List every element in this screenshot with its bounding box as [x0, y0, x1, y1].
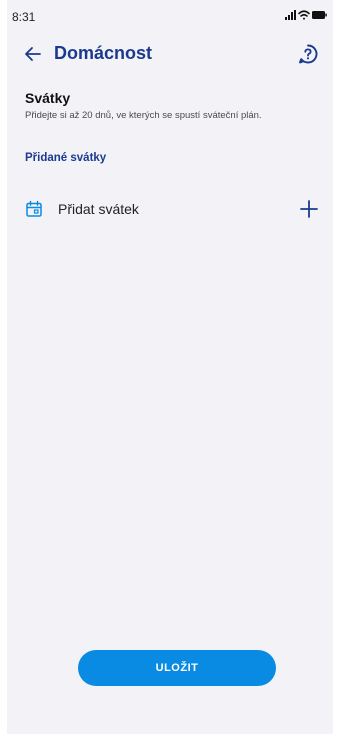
help-circle-icon — [299, 44, 318, 64]
added-holidays-heading: Přidané svátky — [25, 152, 107, 164]
signal-icon — [285, 10, 296, 20]
page-title: Domácnost — [54, 43, 153, 63]
save-button[interactable]: ULOŽIT — [78, 650, 276, 686]
status-bar: 8:31 — [7, 0, 333, 30]
back-button[interactable] — [23, 44, 43, 64]
battery-icon — [312, 11, 327, 19]
status-time: 8:31 — [12, 10, 36, 24]
app-header: Domácnost — [7, 34, 333, 74]
plus-icon[interactable] — [298, 198, 320, 220]
section-title: Svátky — [25, 90, 71, 106]
section-description: Přidejte si až 20 dnů, ve kterých se spu… — [25, 110, 262, 121]
arrow-left-icon — [25, 47, 41, 61]
status-icons — [285, 9, 327, 21]
add-holiday-row[interactable]: Přidat svátek — [7, 190, 333, 230]
add-holiday-label: Přidat svátek — [58, 201, 139, 217]
app-screen: 8:31 Domácnost Svátky Přidejte si až 20 … — [7, 0, 333, 734]
calendar-icon — [25, 200, 43, 218]
wifi-icon — [298, 10, 310, 20]
help-button[interactable] — [297, 43, 319, 65]
